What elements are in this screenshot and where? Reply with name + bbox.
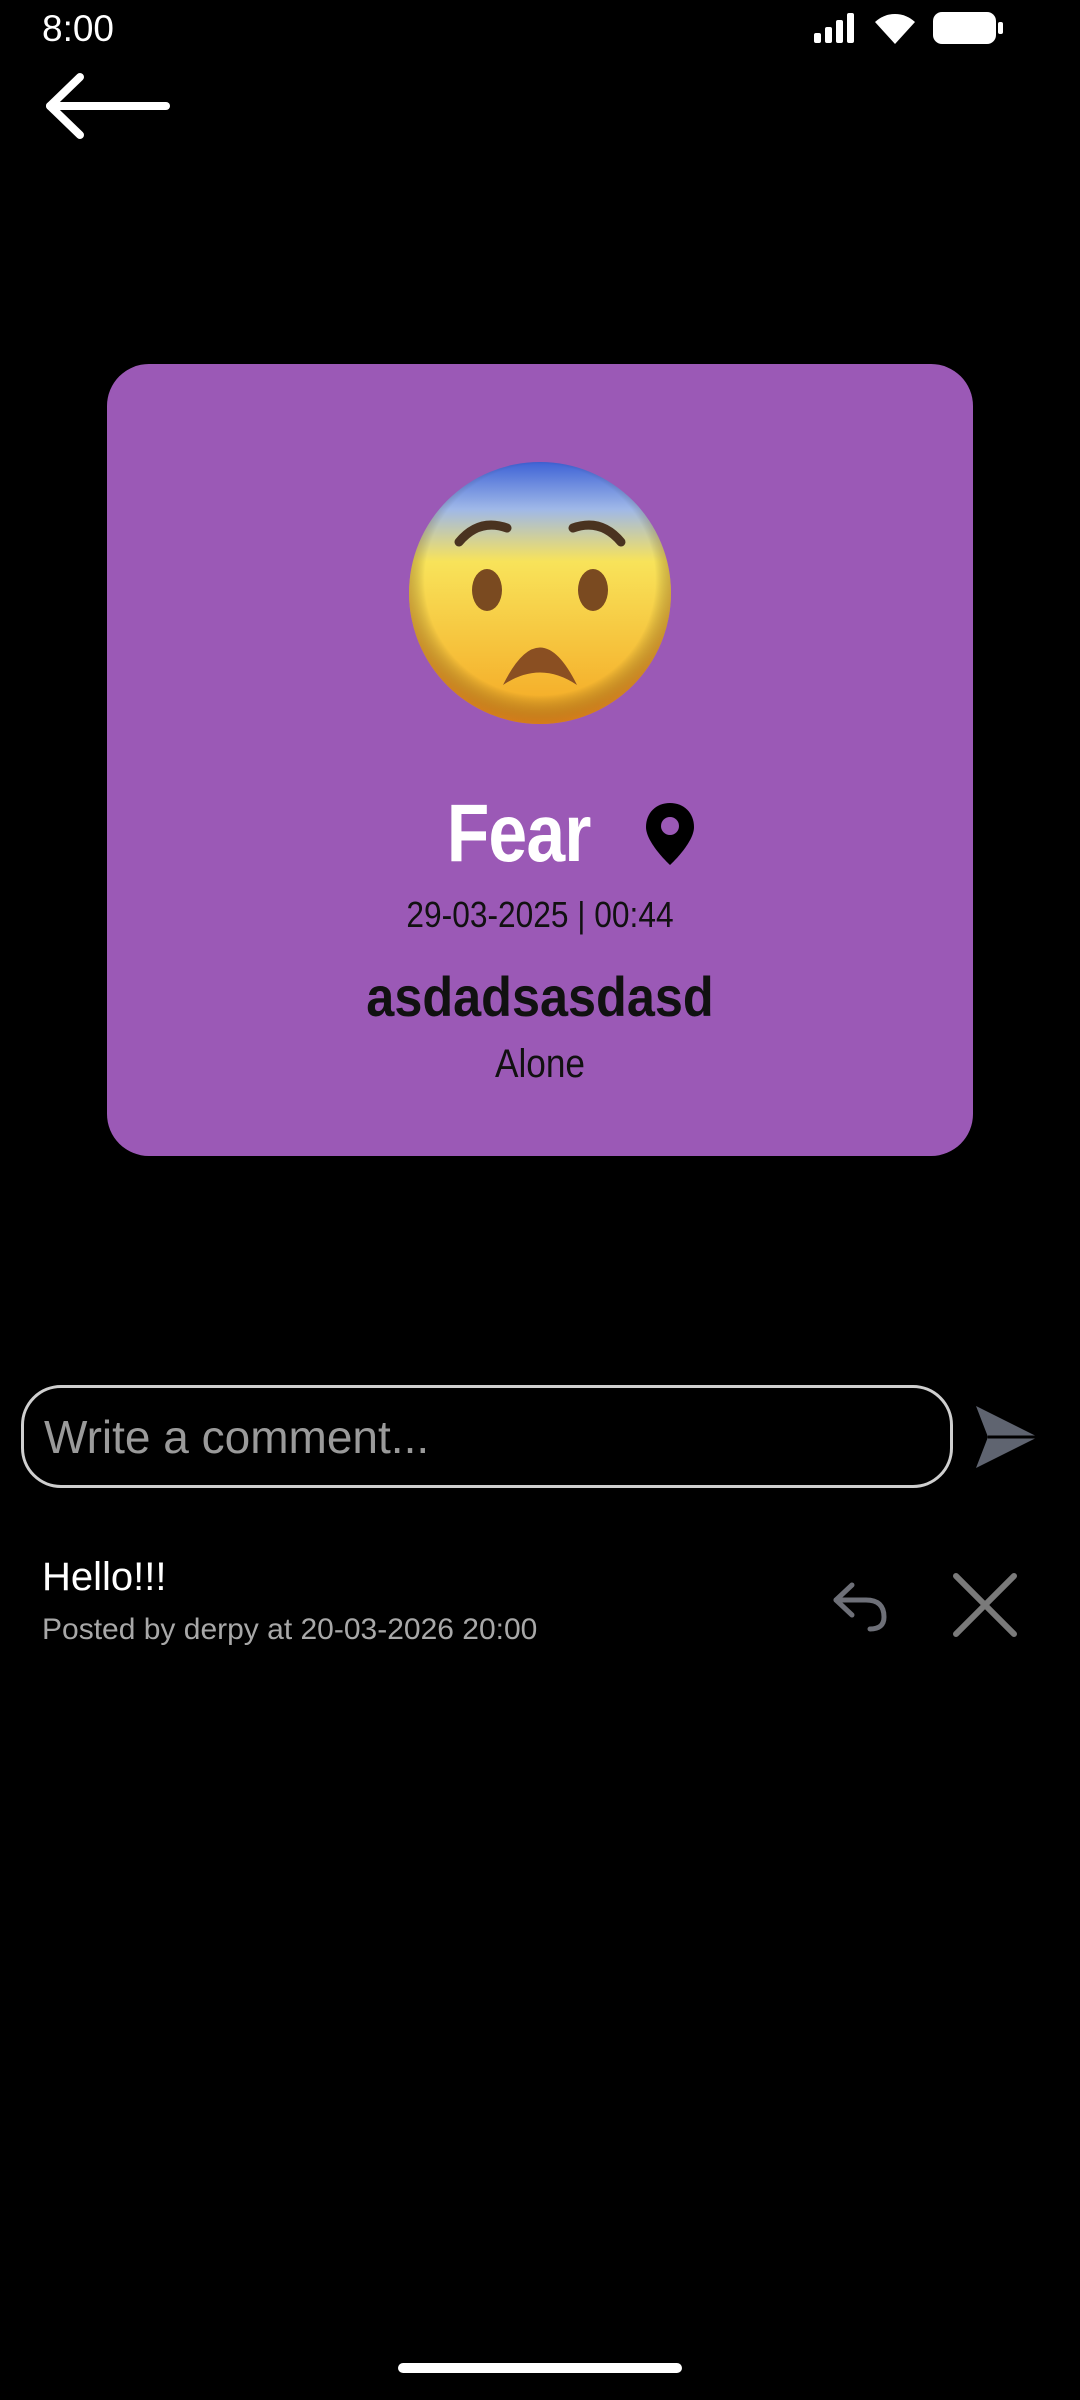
- mood-card: Fear 29-03-2025 | 00:44 asdadsasdasd Alo…: [107, 364, 973, 1156]
- signal-icon: [814, 13, 854, 43]
- mood-company: Alone: [494, 1042, 586, 1086]
- home-indicator[interactable]: [398, 2363, 682, 2373]
- comment-text: Hello!!!: [42, 1555, 167, 1599]
- wifi-icon: [875, 14, 915, 44]
- close-icon[interactable]: [950, 1570, 1020, 1640]
- comment-meta: Posted by derpy at 20-03-2026 20:00: [42, 1613, 538, 1646]
- battery-icon: [933, 12, 1003, 44]
- mood-date: 29-03-2025 | 00:44: [406, 894, 674, 935]
- comment-input[interactable]: [21, 1385, 953, 1488]
- status-bar: 8:00: [0, 0, 1080, 60]
- arrow-left-icon: [46, 73, 170, 139]
- reply-icon[interactable]: [830, 1575, 890, 1635]
- send-icon[interactable]: [974, 1402, 1040, 1472]
- back-button[interactable]: [40, 66, 174, 146]
- fearful-face-emoji: [409, 462, 671, 724]
- status-time: 8:00: [42, 8, 115, 49]
- mood-title: Fear: [447, 788, 592, 879]
- status-icons: [812, 10, 1004, 46]
- map-pin-icon[interactable]: [644, 801, 696, 867]
- mood-title-row: Fear: [107, 784, 973, 884]
- mood-note: asdadsasdasd: [366, 965, 714, 1028]
